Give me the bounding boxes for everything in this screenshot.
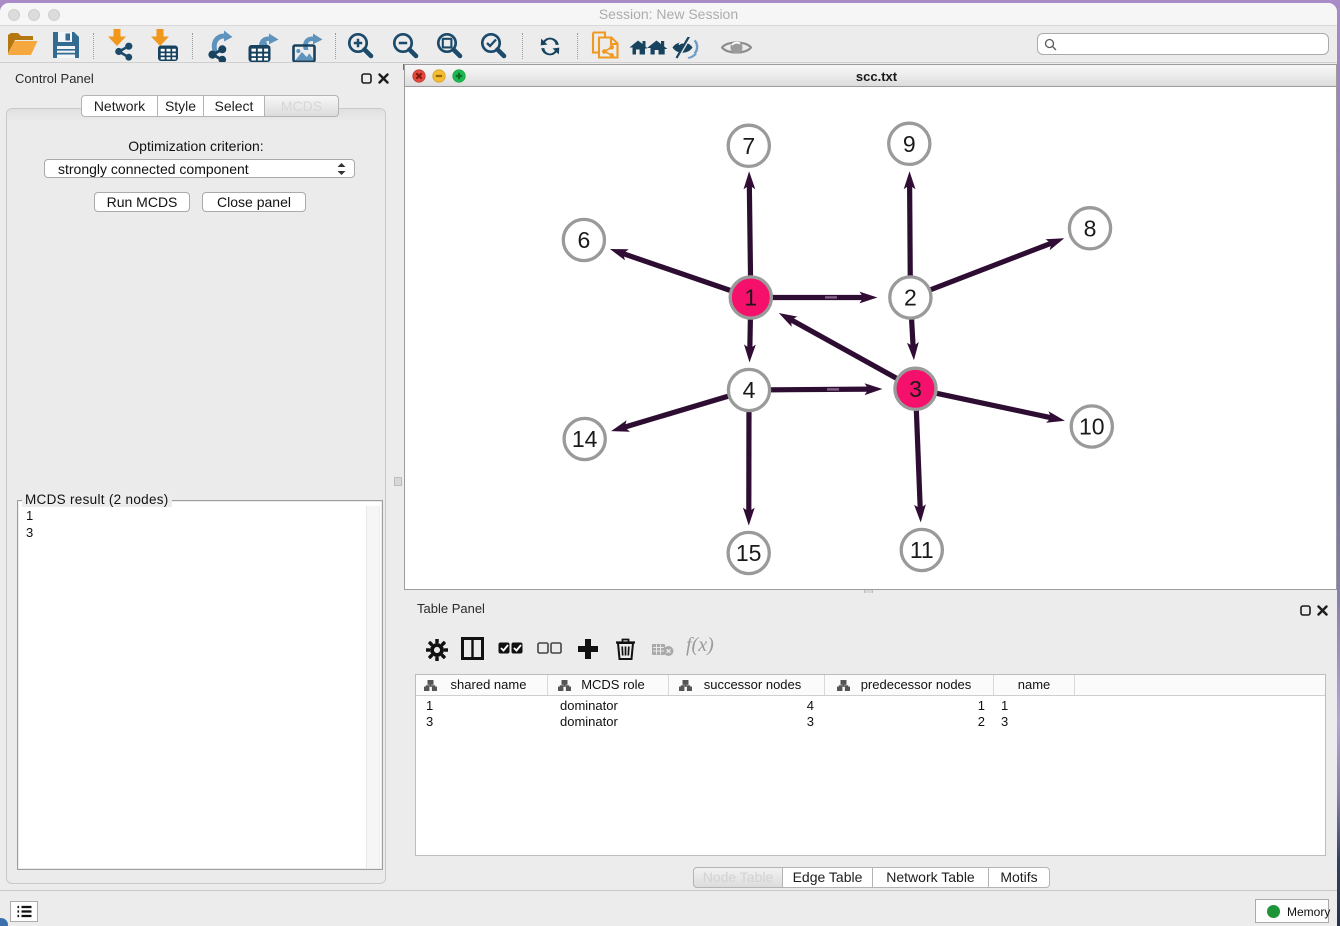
svg-text:2: 2 [904, 285, 917, 311]
svg-text:8: 8 [1084, 215, 1097, 241]
svg-text:10: 10 [1079, 414, 1105, 440]
svg-text:11: 11 [910, 537, 934, 563]
svg-text:15: 15 [736, 540, 762, 566]
svg-text:1: 1 [744, 285, 757, 311]
svg-text:3: 3 [909, 376, 922, 402]
svg-text:14: 14 [572, 426, 598, 452]
svg-text:6: 6 [578, 227, 591, 253]
svg-text:4: 4 [743, 377, 756, 403]
svg-text:9: 9 [903, 131, 916, 157]
svg-text:7: 7 [742, 133, 755, 159]
